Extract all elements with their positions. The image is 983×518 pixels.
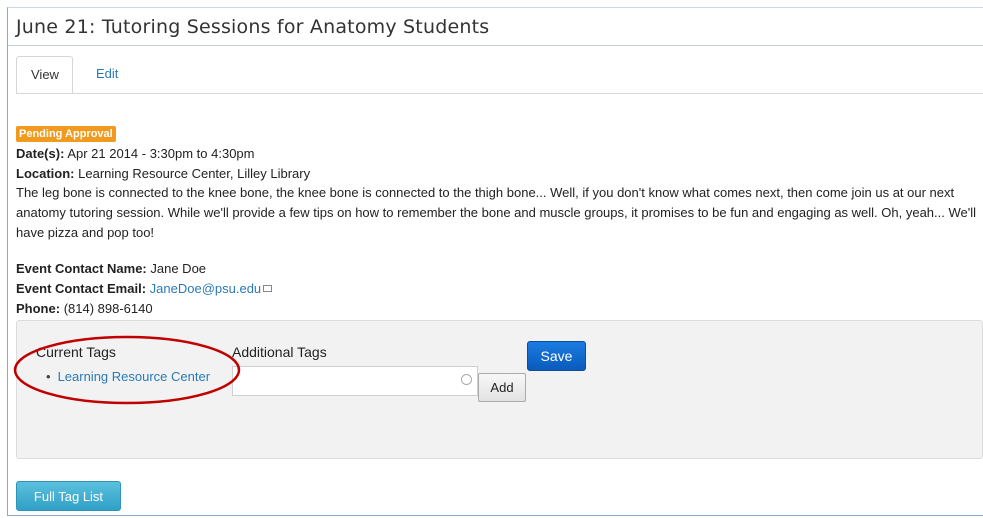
location-row: Location: Learning Resource Center, Lill… — [16, 166, 310, 181]
bullet-icon: • — [46, 369, 51, 384]
additional-tags-input[interactable] — [232, 366, 478, 396]
save-button[interactable]: Save — [527, 341, 586, 371]
contact-email-row: Event Contact Email: JaneDoe@psu.edu — [16, 281, 273, 296]
phone-value: (814) 898-6140 — [63, 301, 153, 316]
phone-label: Phone: — [16, 301, 61, 316]
event-description: The leg bone is connected to the knee bo… — [16, 185, 977, 240]
dates-label: Date(s): — [16, 146, 65, 161]
phone-row: Phone: (814) 898-6140 — [16, 301, 153, 316]
location-label: Location: — [16, 166, 75, 181]
mail-icon — [263, 285, 273, 292]
dates-value: Apr 21 2014 - 3:30pm to 4:30pm — [67, 146, 255, 161]
tab-edit[interactable]: Edit — [82, 56, 132, 94]
add-tag-button[interactable]: Add — [478, 373, 526, 402]
status-badge: Pending Approval — [16, 126, 116, 142]
contact-email-label: Event Contact Email: — [16, 281, 147, 296]
full-tag-list-button[interactable]: Full Tag List — [16, 481, 121, 511]
tabs-divider — [16, 93, 983, 94]
dates-row: Date(s): Apr 21 2014 - 3:30pm to 4:30pm — [16, 146, 255, 161]
contact-name-value: Jane Doe — [150, 261, 207, 276]
title-divider — [8, 45, 983, 46]
tab-view[interactable]: View — [16, 56, 73, 94]
additional-tags-heading: Additional Tags — [232, 344, 327, 360]
current-tags-heading: Current Tags — [36, 344, 116, 360]
contact-name-label: Event Contact Name: — [16, 261, 147, 276]
loading-spinner-icon — [461, 374, 472, 385]
page-title: June 21: Tutoring Sessions for Anatomy S… — [16, 16, 490, 38]
current-tag-link[interactable]: Learning Resource Center — [58, 369, 210, 384]
contact-email-link[interactable]: JaneDoe@psu.edu — [150, 281, 262, 296]
contact-name-row: Event Contact Name: Jane Doe — [16, 261, 206, 276]
current-tag-item: • Learning Resource Center — [46, 369, 210, 384]
location-value: Learning Resource Center, Lilley Library — [78, 166, 311, 181]
